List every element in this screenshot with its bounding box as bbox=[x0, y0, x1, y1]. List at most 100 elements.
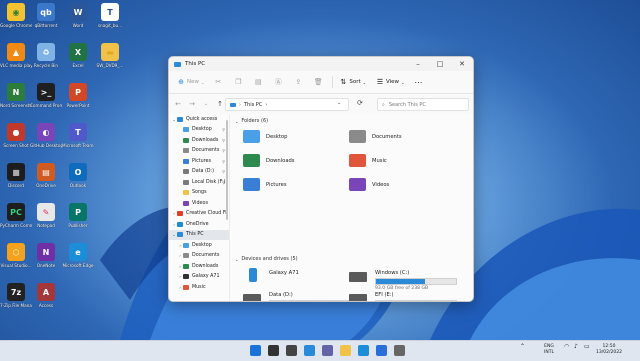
rename-button[interactable]: Ⓐ bbox=[274, 78, 282, 86]
desktop-icon[interactable]: A Access bbox=[30, 283, 62, 308]
cut-button[interactable]: ✂ bbox=[214, 78, 222, 86]
desktop-icon[interactable]: qb qBittorrent bbox=[30, 3, 62, 28]
nav-item[interactable]: Videos bbox=[169, 198, 229, 209]
desktop-icon[interactable]: ◐ GitHub Desktop bbox=[30, 123, 62, 148]
folder-item[interactable]: Documents bbox=[349, 130, 402, 143]
drive-item[interactable]: Windows (C:) 93.0 GB free of 238 GB bbox=[349, 270, 457, 291]
nav-item[interactable]: › Music bbox=[169, 282, 229, 293]
drive-item[interactable]: Data (D:)182 GB free of 431 GB bbox=[243, 292, 351, 302]
recent-locations-button[interactable]: ⌄ bbox=[201, 101, 211, 107]
maximize-button[interactable]: □ bbox=[429, 57, 451, 71]
close-button[interactable]: ✕ bbox=[451, 57, 473, 71]
wifi-icon[interactable]: ◠ bbox=[564, 344, 569, 350]
nav-item[interactable]: Songs bbox=[169, 188, 229, 199]
taskbar-teams-chat-icon[interactable] bbox=[322, 345, 333, 356]
nav-item-label: Galaxy A71 bbox=[192, 274, 220, 280]
delete-button[interactable]: 🗑 bbox=[314, 78, 323, 86]
desktop-icon[interactable]: PC PyCharm Community... bbox=[0, 203, 32, 228]
breadcrumb-this-pc[interactable]: This PC bbox=[244, 102, 262, 108]
nav-item[interactable]: Documents ⚲ bbox=[169, 146, 229, 157]
taskbar-file-explorer-icon[interactable] bbox=[340, 345, 351, 356]
new-button[interactable]: ⊕ New ⌄ bbox=[177, 78, 204, 86]
clock[interactable]: 12:50 13/02/2022 bbox=[596, 344, 622, 356]
battery-icon[interactable]: ▭ bbox=[584, 344, 590, 350]
copy-button[interactable]: ❐ bbox=[234, 78, 242, 86]
desktop-icon[interactable]: O Outlook bbox=[62, 163, 94, 188]
desktop-icon[interactable]: ■ Discord bbox=[0, 163, 32, 188]
desktop-icon-label: SW_DVD9_... bbox=[96, 63, 124, 68]
desktop-icon[interactable]: ⬡ Visual Studio... bbox=[0, 243, 32, 268]
folder-item[interactable]: Music bbox=[349, 154, 387, 167]
more-options-button[interactable]: ⋯ bbox=[414, 78, 422, 87]
nav-item[interactable]: Downloads ⚲ bbox=[169, 135, 229, 146]
desktop-icon[interactable]: N Nord Screenshot bbox=[0, 83, 32, 108]
desktop-icon[interactable]: ◉ Google Chrome Dev bbox=[0, 3, 32, 28]
share-button[interactable]: ⇪ bbox=[294, 78, 302, 86]
desktop-icon[interactable]: P PowerPoint bbox=[62, 83, 94, 108]
nav-item[interactable]: › Desktop bbox=[169, 240, 229, 251]
desktop-icon[interactable]: 7z 7-Zip File Manager bbox=[0, 283, 32, 308]
taskbar-task-view-icon[interactable] bbox=[286, 345, 297, 356]
taskbar-start-icon[interactable] bbox=[250, 345, 261, 356]
taskbar-settings-icon[interactable] bbox=[394, 345, 405, 356]
up-button[interactable]: ↑ bbox=[215, 100, 225, 108]
nav-item[interactable]: Local Disk (F:) ⚲ bbox=[169, 177, 229, 188]
paste-button[interactable]: ▤ bbox=[254, 78, 262, 86]
taskbar-edge-icon[interactable] bbox=[358, 345, 369, 356]
drive-item[interactable]: EFI (E:)168 MB free of 189 MB bbox=[349, 292, 457, 301]
nav-item[interactable]: › Downloads bbox=[169, 261, 229, 272]
folder-item[interactable]: Videos bbox=[349, 178, 389, 191]
desktop-icon[interactable]: ▲ VLC media player bbox=[0, 43, 32, 68]
nav-item[interactable]: › Galaxy A71 bbox=[169, 272, 229, 283]
desktop-icon[interactable]: X Excel bbox=[62, 43, 94, 68]
desktop-icon[interactable]: P Publisher bbox=[62, 203, 94, 228]
taskbar-store-icon[interactable] bbox=[376, 345, 387, 356]
desktop-icon[interactable]: ▬ SW_DVD9_... bbox=[94, 43, 126, 68]
address-bar[interactable]: › This PC › bbox=[225, 98, 349, 111]
search-box[interactable]: ⌕ Search This PC bbox=[377, 98, 469, 111]
desktop-icon[interactable]: ▤ OneDrive bbox=[30, 163, 62, 188]
view-button[interactable]: ☰ View ⌄ bbox=[376, 78, 405, 86]
title-bar[interactable]: This PC – □ ✕ bbox=[169, 57, 473, 71]
desktop-icon[interactable]: Tsnagit_bu... bbox=[94, 3, 126, 28]
forward-button[interactable]: → bbox=[187, 100, 197, 108]
nav-item[interactable]: Desktop ⚲ bbox=[169, 125, 229, 136]
nav-item[interactable]: › Documents bbox=[169, 251, 229, 262]
folder-item[interactable]: Downloads bbox=[243, 154, 295, 167]
nav-item[interactable]: Data (D:) ⚲ bbox=[169, 167, 229, 178]
scrollbar[interactable] bbox=[226, 120, 228, 220]
desktop-icon[interactable]: ♻ Recycle Bin bbox=[30, 43, 62, 68]
desktop-icon-label: Discord bbox=[8, 183, 24, 188]
language-indicator[interactable]: ENG INTL bbox=[544, 344, 554, 356]
address-dropdown-button[interactable]: ⌄ bbox=[337, 100, 341, 106]
nav-item[interactable]: Pictures ⚲ bbox=[169, 156, 229, 167]
desktop-icon[interactable]: N OneNote bbox=[30, 243, 62, 268]
file-explorer-window[interactable]: This PC – □ ✕ ⊕ New ⌄ ✂ ❐ ▤ Ⓐ ⇪ 🗑 ⇅ Sort… bbox=[168, 56, 474, 302]
refresh-button[interactable]: ⟳ bbox=[357, 99, 363, 107]
sort-button[interactable]: ⇅ Sort ⌄ bbox=[339, 78, 366, 86]
folders-section-header[interactable]: ⌄ Folders (6) bbox=[235, 116, 268, 126]
tray-overflow-icon[interactable]: ⌃ bbox=[520, 344, 525, 350]
desktop-icon[interactable]: e Microsoft Edge bbox=[62, 243, 94, 268]
minimize-button[interactable]: – bbox=[407, 57, 429, 71]
folder-item[interactable]: Desktop bbox=[243, 130, 287, 143]
folder-item[interactable]: Pictures bbox=[243, 178, 287, 191]
drive-item[interactable]: Galaxy A71 bbox=[249, 268, 299, 282]
desktop-icon[interactable]: ✎ Notepad bbox=[30, 203, 62, 228]
back-button[interactable]: ← bbox=[173, 100, 183, 108]
desktop-icon[interactable]: T Microsoft Teams (wo... bbox=[62, 123, 94, 148]
nav-item[interactable]: › Creative Cloud Fil bbox=[169, 209, 229, 220]
nav-item[interactable]: ⌄ This PC bbox=[169, 229, 229, 240]
nav-item[interactable]: › OneDrive bbox=[169, 219, 229, 230]
nav-item[interactable]: ⌄ Quick access bbox=[169, 114, 229, 125]
volume-icon[interactable]: ♪ bbox=[574, 344, 578, 350]
taskbar-widgets-icon[interactable] bbox=[304, 345, 315, 356]
drives-header-label: Devices and drives (5) bbox=[241, 256, 298, 262]
this-pc-icon bbox=[230, 102, 236, 107]
desktop-icon[interactable]: >_ Command Prompt bbox=[30, 83, 62, 108]
desktop-icon[interactable]: W Word bbox=[62, 3, 94, 28]
capacity-bar-fill bbox=[270, 301, 316, 302]
taskbar-search-icon[interactable] bbox=[268, 345, 279, 356]
desktop-icon[interactable]: ● Screen Shot bbox=[0, 123, 32, 148]
drives-section-header[interactable]: ⌄ Devices and drives (5) bbox=[235, 254, 298, 264]
